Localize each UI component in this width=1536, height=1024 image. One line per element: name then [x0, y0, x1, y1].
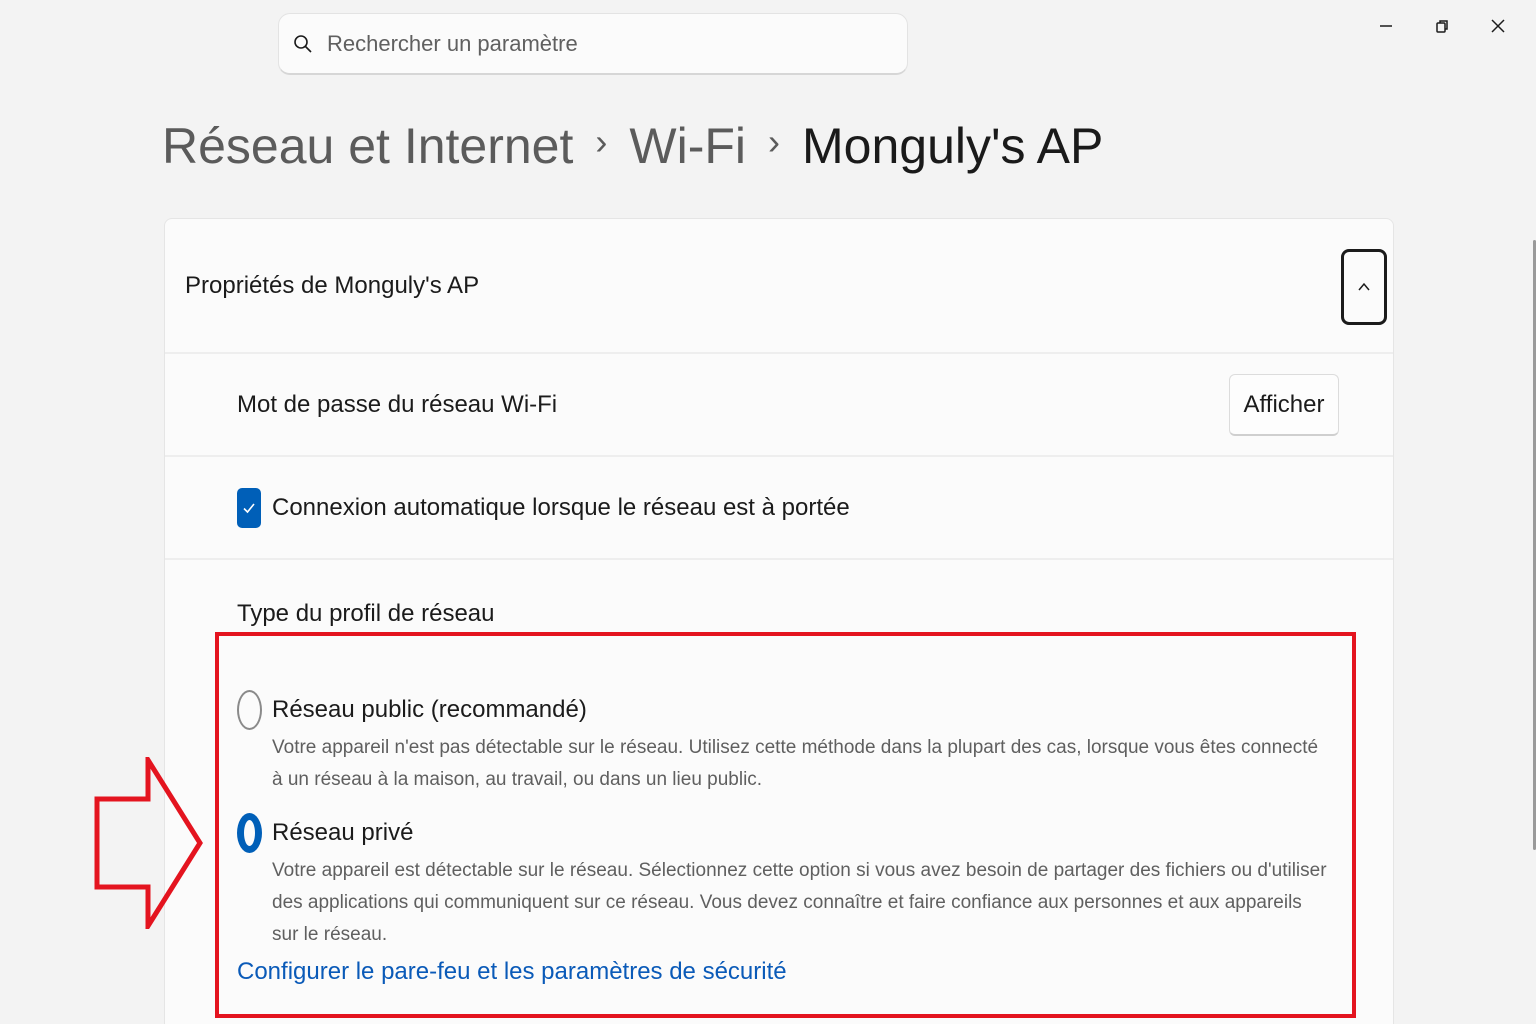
- chevron-up-icon: [1358, 282, 1370, 291]
- breadcrumb: Réseau et Internet › Wi-Fi › Monguly's A…: [162, 110, 1103, 182]
- firewall-settings-link[interactable]: Configurer le pare-feu et les paramètres…: [237, 958, 787, 986]
- network-profile-section: Type du profil de réseau Réseau public (…: [165, 560, 1393, 1024]
- wifi-password-row: Mot de passe du réseau Wi-Fi Afficher: [165, 354, 1393, 457]
- close-icon: [1491, 19, 1505, 33]
- search-icon: [294, 34, 312, 53]
- breadcrumb-current-network: Monguly's AP: [802, 118, 1104, 174]
- show-password-button[interactable]: Afficher: [1229, 374, 1339, 436]
- network-properties-panel: Propriétés de Monguly's AP Mot de passe …: [164, 218, 1394, 1024]
- properties-title: Propriétés de Monguly's AP: [185, 271, 480, 299]
- private-network-description: Votre appareil est détectable sur le rés…: [272, 860, 1327, 945]
- minimize-icon: [1380, 25, 1392, 27]
- restore-icon: [1436, 20, 1448, 33]
- public-network-radio[interactable]: [237, 690, 262, 730]
- auto-connect-row[interactable]: Connexion automatique lorsque le réseau …: [165, 457, 1393, 560]
- close-button[interactable]: [1470, 10, 1526, 42]
- breadcrumb-separator: ›: [768, 121, 780, 162]
- search-box[interactable]: [278, 13, 908, 75]
- breadcrumb-wifi[interactable]: Wi-Fi: [629, 117, 746, 175]
- public-network-title: Réseau public (recommandé): [272, 696, 587, 723]
- breadcrumb-separator: ›: [595, 121, 608, 162]
- restore-button[interactable]: [1414, 10, 1470, 42]
- minimize-button[interactable]: [1358, 10, 1414, 42]
- private-network-option[interactable]: Réseau privé Votre appareil est détectab…: [237, 813, 1332, 951]
- properties-header[interactable]: Propriétés de Monguly's AP: [165, 219, 1393, 354]
- private-network-title: Réseau privé: [272, 819, 414, 846]
- collapse-button[interactable]: [1341, 249, 1387, 325]
- wifi-password-label: Mot de passe du réseau Wi-Fi: [237, 390, 558, 418]
- checkmark-icon: [243, 502, 255, 513]
- auto-connect-checkbox[interactable]: [237, 487, 261, 528]
- breadcrumb-network-internet[interactable]: Réseau et Internet: [162, 117, 573, 175]
- profile-type-title: Type du profil de réseau: [237, 600, 495, 627]
- public-network-description: Votre appareil n'est pas détectable sur …: [272, 737, 1319, 790]
- search-input[interactable]: [327, 30, 907, 57]
- auto-connect-label: Connexion automatique lorsque le réseau …: [272, 493, 850, 521]
- window-controls: [1358, 10, 1526, 42]
- public-network-option[interactable]: Réseau public (recommandé) Votre apparei…: [237, 690, 1332, 796]
- private-network-radio[interactable]: [237, 813, 262, 853]
